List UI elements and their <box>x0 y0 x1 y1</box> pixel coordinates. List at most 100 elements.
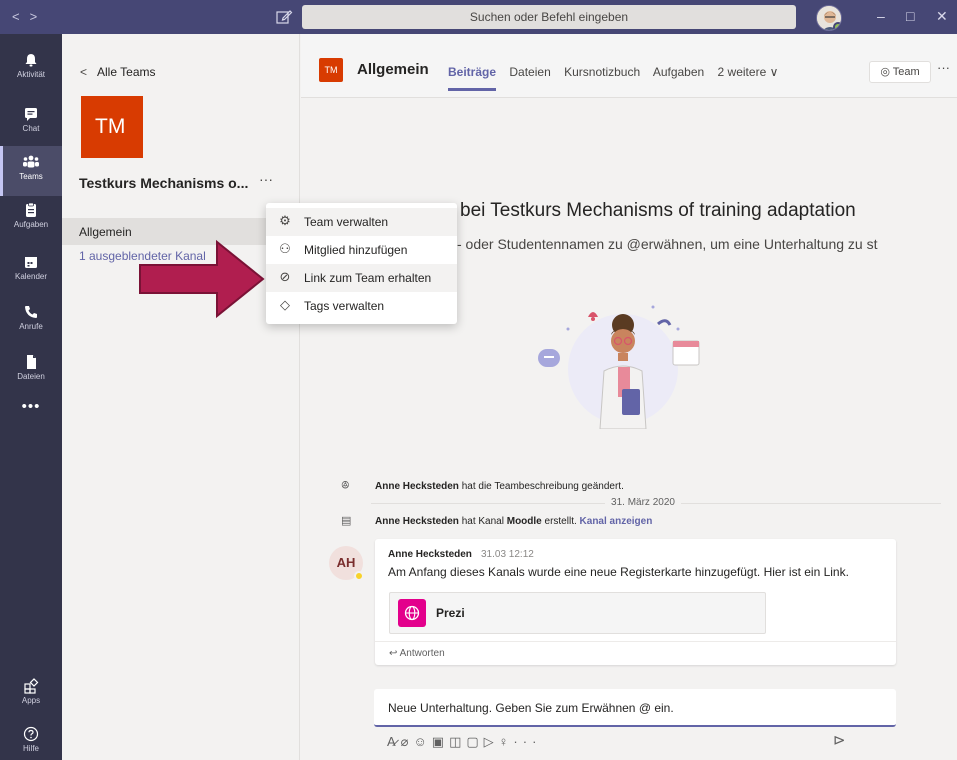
stream-icon[interactable]: ▷ <box>484 734 499 749</box>
menu-item-manage-team[interactable]: ⚙ Team verwalten <box>266 208 457 236</box>
rail-item-activity[interactable]: Aktivität <box>0 44 62 94</box>
file-icon <box>27 355 36 369</box>
channel-icon: ▤ <box>341 515 352 527</box>
tab-attachment-card[interactable]: Prezi <box>389 592 766 634</box>
back-button[interactable]: < <box>12 9 30 24</box>
menu-item-get-link[interactable]: ⊘ Link zum Team erhalten <box>266 264 457 292</box>
rail-item-files[interactable]: Dateien <box>0 346 62 396</box>
menu-item-label: Team verwalten <box>304 215 389 229</box>
menu-item-label: Link zum Team erhalten <box>304 271 432 285</box>
team-avatar: TM <box>81 96 143 158</box>
date-label: 31. März 2020 <box>605 497 681 508</box>
presence-away-icon <box>354 571 364 581</box>
tab-kursnotizbuch[interactable]: Kursnotizbuch <box>564 65 640 79</box>
forward-button[interactable]: > <box>30 9 48 24</box>
activity-author: Anne Hecksteden <box>375 516 459 527</box>
tab-beitraege[interactable]: Beiträge <box>448 65 496 79</box>
rail-item-apps[interactable]: Apps <box>0 670 62 720</box>
chevron-left-icon: < <box>80 65 88 79</box>
gif-icon[interactable]: ▣ <box>432 734 449 749</box>
team-more-options-button[interactable]: ··· <box>259 171 273 187</box>
annotation-arrow-icon <box>139 239 265 319</box>
gear-icon: ⚙ <box>279 213 291 228</box>
more-options-icon[interactable]: ··· <box>513 734 541 749</box>
message-timestamp: 31.03 12:12 <box>481 549 534 560</box>
compose-placeholder: Neue Unterhaltung. Geben Sie zum Erwähne… <box>388 701 674 715</box>
title-bar: <> Suchen oder Befehl eingeben – □ ✕ <box>0 0 957 34</box>
search-input[interactable]: Suchen oder Befehl eingeben <box>302 5 796 29</box>
emoji-icon[interactable]: ☺ <box>414 734 432 749</box>
compose-toolbar: A̷⌀☺▣◫▢▷♀··· <box>387 734 541 750</box>
bell-icon <box>25 54 37 67</box>
format-icon[interactable]: A̷ <box>387 734 401 749</box>
rail-label: Apps <box>21 696 41 705</box>
meet-now-icon[interactable]: ▢ <box>466 734 483 749</box>
rail-item-assignments[interactable]: Aufgaben <box>0 194 62 244</box>
link-icon: ⊘ <box>279 269 291 284</box>
tab-aufgaben[interactable]: Aufgaben <box>653 65 704 79</box>
message-card: Anne Hecksteden 31.03 12:12 Am Anfang di… <box>375 539 896 665</box>
globe-icon <box>398 599 426 627</box>
all-teams-label: Alle Teams <box>97 65 156 79</box>
chat-icon <box>25 108 37 121</box>
rail-label: Dateien <box>17 372 45 381</box>
rail-item-teams[interactable]: Teams <box>0 146 62 196</box>
maximize-button[interactable]: □ <box>906 8 914 24</box>
message-author: Anne Hecksteden <box>388 549 472 560</box>
assignments-icon <box>26 202 36 217</box>
calendar-icon <box>25 257 37 268</box>
team-avatar-small: TM <box>319 58 343 82</box>
avatar[interactable]: AH <box>329 546 364 581</box>
new-conversation-input[interactable]: Neue Unterhaltung. Geben Sie zum Erwähne… <box>374 689 896 727</box>
activity-text: hat die Teambeschreibung geändert. <box>458 481 624 492</box>
team-button[interactable]: ◎ Team <box>869 61 931 83</box>
welcome-title: bei Testkurs Mechanisms of training adap… <box>460 200 856 221</box>
view-channel-link[interactable]: Kanal anzeigen <box>580 516 653 527</box>
reply-button[interactable]: ↩ Antworten <box>375 641 896 665</box>
rail-label: Chat <box>22 124 40 133</box>
attachment-label: Prezi <box>436 606 465 620</box>
menu-item-label: Mitglied hinzufügen <box>304 243 408 257</box>
all-teams-link[interactable]: < Alle Teams <box>80 65 156 79</box>
header-more-button[interactable]: ··· <box>937 60 950 75</box>
menu-item-manage-tags[interactable]: ◇ Tags verwalten <box>266 292 457 320</box>
attach-icon[interactable]: ⌀ <box>401 734 414 749</box>
welcome-subtitle: - oder Studentennamen zu @erwähnen, um e… <box>457 236 878 252</box>
rail-item-calls[interactable]: Anrufe <box>0 296 62 346</box>
avatar-initials: AH <box>336 555 356 570</box>
activity-channel-created: Anne Hecksteden hat Kanal Moodle erstell… <box>375 516 652 527</box>
menu-item-label: Tags verwalten <box>304 299 385 313</box>
rail-label: Anrufe <box>19 322 43 331</box>
channel-header: TM Allgemein Beiträge Dateien Kursnotizb… <box>301 34 957 98</box>
date-separator: 31. März 2020 <box>301 497 957 508</box>
rail-item-calendar[interactable]: Kalender <box>0 246 62 296</box>
apps-icon <box>24 678 39 694</box>
team-context-menu: ⚙ Team verwalten ⚇ Mitglied hinzufügen ⊘… <box>266 203 457 324</box>
teams-icon <box>23 155 39 168</box>
tag-icon: ◇ <box>280 297 290 312</box>
channel-tabs: Beiträge Dateien Kursnotizbuch Aufgaben … <box>448 65 788 79</box>
welcome-illustration <box>538 305 700 429</box>
compose-icon[interactable] <box>275 8 293 26</box>
teams-panel: < Alle Teams TM Testkurs Mechanisms o... … <box>62 34 300 760</box>
minimize-button[interactable]: – <box>877 8 885 24</box>
close-button[interactable]: ✕ <box>936 8 948 25</box>
rail-item-chat[interactable]: Chat <box>0 98 62 148</box>
activity-author: Anne Hecksteden <box>375 481 459 492</box>
more-apps-button[interactable]: ••• <box>0 398 62 415</box>
send-icon[interactable]: ⊳ <box>833 731 846 749</box>
team-name[interactable]: Testkurs Mechanisms o... <box>79 175 269 191</box>
presence-available-icon <box>833 22 841 30</box>
sticker-icon[interactable]: ◫ <box>449 734 466 749</box>
activity-text: erstellt. <box>541 516 580 527</box>
praise-icon[interactable]: ♀ <box>499 734 514 749</box>
rail-item-help[interactable]: Hilfe <box>0 718 62 760</box>
rail-label: Kalender <box>14 272 48 281</box>
menu-item-add-member[interactable]: ⚇ Mitglied hinzufügen <box>266 236 457 264</box>
help-icon <box>23 726 39 742</box>
tab-more[interactable]: 2 weitere ∨ <box>718 65 779 79</box>
add-person-icon: ⚇ <box>279 241 291 256</box>
profile-avatar[interactable] <box>816 5 842 31</box>
tab-dateien[interactable]: Dateien <box>509 65 550 79</box>
team-members-icon: ꔮ <box>341 480 350 492</box>
